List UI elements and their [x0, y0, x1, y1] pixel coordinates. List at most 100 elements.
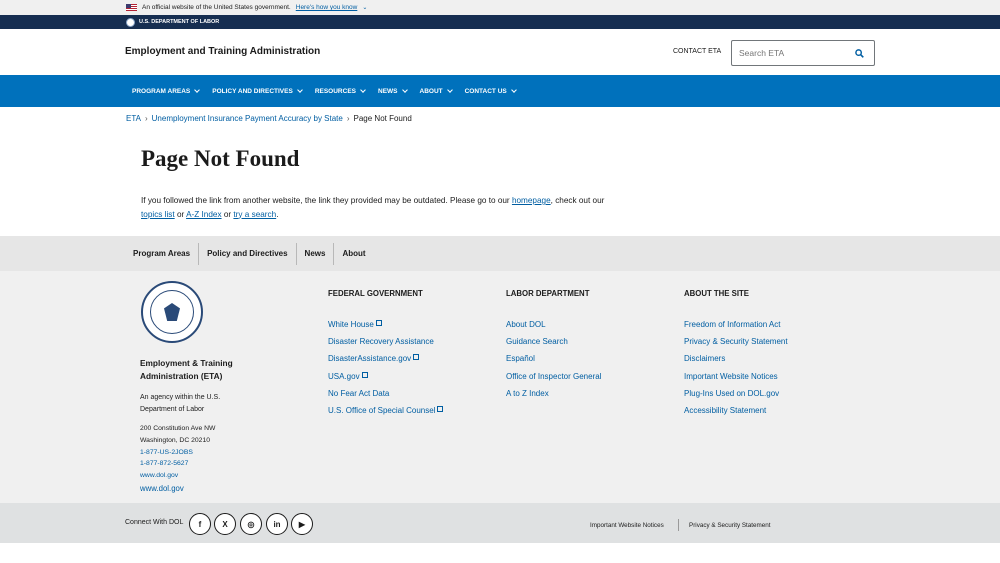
- subnav-news[interactable]: News: [297, 242, 335, 265]
- chevron-down-icon: [296, 86, 303, 93]
- nav-label: CONTACT US: [464, 87, 507, 95]
- footer-link-usa-gov[interactable]: USA.gov: [328, 371, 443, 381]
- phone-link[interactable]: 1-877-872-5627: [140, 458, 215, 470]
- contact-eta-link[interactable]: CONTACT ETA: [673, 48, 721, 55]
- connect-label: Connect With DOL: [125, 519, 184, 526]
- address-line: 200 Constitution Ave NW: [140, 425, 216, 432]
- footer-col-labor: LABOR DEPARTMENT About DOL Guidance Sear…: [506, 289, 601, 406]
- chevron-down-icon: [510, 86, 517, 93]
- nav-program-areas[interactable]: PROGRAM AREAS: [132, 86, 201, 95]
- subnav-program-areas[interactable]: Program Areas: [125, 242, 200, 265]
- external-link-icon: [437, 405, 444, 412]
- footer-link-espanol[interactable]: Español: [506, 354, 601, 363]
- bottom-link-privacy[interactable]: Privacy & Security Statement: [689, 522, 771, 529]
- footer-link-privacy[interactable]: Privacy & Security Statement: [684, 337, 788, 346]
- nav-label: RESOURCES: [314, 87, 356, 95]
- footer-address: 200 Constitution Ave NW Washington, DC 2…: [140, 423, 215, 495]
- breadcrumb-ui-payment-accuracy[interactable]: Unemployment Insurance Payment Accuracy …: [152, 114, 343, 123]
- topics-list-link[interactable]: topics list: [141, 210, 175, 219]
- dol-site-link[interactable]: www.dol.gov: [140, 470, 215, 482]
- az-index-link[interactable]: A-Z Index: [186, 210, 222, 219]
- instagram-icon[interactable]: ◎: [240, 513, 262, 535]
- dol-site-link[interactable]: www.dol.gov: [140, 483, 215, 495]
- breadcrumb: ETA › Unemployment Insurance Payment Acc…: [126, 114, 412, 123]
- footer-col-about-site: ABOUT THE SITE Freedom of Information Ac…: [684, 289, 788, 423]
- footer-link-special-counsel[interactable]: U.S. Office of Special Counsel: [328, 405, 444, 415]
- footer-link-oig[interactable]: Office of Inspector General: [506, 372, 601, 381]
- footer-link-notices[interactable]: Important Website Notices: [684, 372, 788, 381]
- page-title: Page Not Found: [141, 146, 300, 171]
- nav-resources[interactable]: RESOURCES: [314, 86, 366, 95]
- footer-link-foia[interactable]: Freedom of Information Act: [684, 320, 788, 329]
- agency-bar: U.S. DEPARTMENT OF LABOR: [0, 15, 1000, 29]
- message-text: , check out our: [550, 196, 605, 205]
- footer-link-disasterassistance[interactable]: DisasterAssistance.gov: [328, 354, 443, 363]
- gov-banner-text: An official website of the United States…: [142, 4, 291, 11]
- message-text: or: [221, 209, 234, 219]
- not-found-message: If you followed the link from another we…: [141, 194, 611, 221]
- search-input[interactable]: Search ETA: [731, 40, 875, 66]
- footer-col-heading: ABOUT THE SITE: [684, 289, 749, 298]
- agency-bar-label[interactable]: U.S. DEPARTMENT OF LABOR: [139, 19, 219, 25]
- footer-link-white-house[interactable]: White House: [328, 320, 443, 329]
- footer-link-guidance-search[interactable]: Guidance Search: [506, 337, 601, 346]
- footer-link-disclaimers[interactable]: Disclaimers: [684, 354, 788, 363]
- nav-label: ABOUT: [419, 87, 443, 95]
- homepage-link[interactable]: homepage: [512, 196, 551, 205]
- site-header: Employment and Training Administration C…: [0, 29, 1000, 75]
- nav-policy-directives[interactable]: POLICY AND DIRECTIVES: [212, 86, 303, 95]
- footer-subnav: Program Areas Policy and Directives News…: [0, 236, 1000, 271]
- footer-col-heading: LABOR DEPARTMENT: [506, 289, 590, 298]
- facebook-icon[interactable]: f: [189, 513, 211, 535]
- nav-about[interactable]: ABOUT: [419, 86, 453, 95]
- footer-link-plugins[interactable]: Plug-Ins Used on DOL.gov: [684, 389, 788, 398]
- bottom-link-notices[interactable]: Important Website Notices: [590, 522, 664, 529]
- nav-label: POLICY AND DIRECTIVES: [212, 87, 293, 95]
- try-search-link[interactable]: try a search: [233, 210, 276, 219]
- site-footer: Employment & Training Administration (ET…: [0, 271, 1000, 503]
- nav-contact-us[interactable]: CONTACT US: [464, 86, 517, 95]
- footer-link-a-to-z[interactable]: A to Z Index: [506, 389, 601, 398]
- footer-link-accessibility[interactable]: Accessibility Statement: [684, 406, 788, 415]
- site-title[interactable]: Employment and Training Administration: [125, 46, 320, 57]
- message-text: .: [276, 209, 279, 219]
- search-icon[interactable]: [855, 49, 864, 58]
- footer-agency-name: Employment & Training Administration (ET…: [140, 358, 233, 381]
- nav-label: NEWS: [378, 87, 398, 95]
- message-text: or: [174, 209, 187, 219]
- message-text: If you followed the link from another we…: [141, 196, 512, 205]
- divider: [678, 519, 679, 531]
- breadcrumb-eta[interactable]: ETA: [126, 114, 141, 123]
- footer-link-about-dol[interactable]: About DOL: [506, 320, 601, 329]
- seal-inner: [150, 290, 194, 334]
- subnav-policy-directives[interactable]: Policy and Directives: [199, 242, 297, 265]
- footer-col-federal: FEDERAL GOVERNMENT White House Disaster …: [328, 289, 444, 423]
- x-icon[interactable]: X: [214, 513, 236, 535]
- chevron-down-icon: [194, 86, 201, 93]
- footer-link-disaster-recovery[interactable]: Disaster Recovery Assistance: [328, 337, 443, 346]
- main-nav: PROGRAM AREAS POLICY AND DIRECTIVES RESO…: [0, 75, 1000, 107]
- eagle-icon: [164, 303, 180, 321]
- dol-seal-icon: [126, 17, 135, 27]
- external-link-icon: [375, 320, 382, 326]
- phone-link[interactable]: 1-877-US-2JOBS: [140, 447, 215, 459]
- nav-news[interactable]: NEWS: [378, 86, 408, 95]
- nav-label: PROGRAM AREAS: [132, 87, 191, 95]
- breadcrumb-separator: ›: [346, 114, 350, 123]
- external-link-icon: [361, 371, 368, 378]
- footer-link-no-fear[interactable]: No Fear Act Data: [328, 389, 443, 398]
- bottom-bar: Connect With DOL f X ◎ in ▶ Important We…: [0, 503, 1000, 543]
- how-you-know-link[interactable]: Here's how you know: [296, 4, 358, 11]
- dol-seal-logo[interactable]: [141, 281, 203, 343]
- youtube-icon[interactable]: ▶: [291, 513, 313, 535]
- us-flag-icon: [126, 4, 137, 11]
- external-link-icon: [413, 354, 420, 361]
- gov-banner: An official website of the United States…: [0, 0, 1000, 15]
- breadcrumb-separator: ›: [144, 114, 148, 123]
- address-line: Washington, DC 20210: [140, 436, 211, 444]
- footer-col-heading: FEDERAL GOVERNMENT: [328, 289, 423, 298]
- chevron-down-icon[interactable]: ⌄: [362, 4, 367, 11]
- chevron-down-icon: [401, 86, 408, 93]
- subnav-about[interactable]: About: [334, 243, 373, 265]
- linkedin-icon[interactable]: in: [266, 513, 288, 535]
